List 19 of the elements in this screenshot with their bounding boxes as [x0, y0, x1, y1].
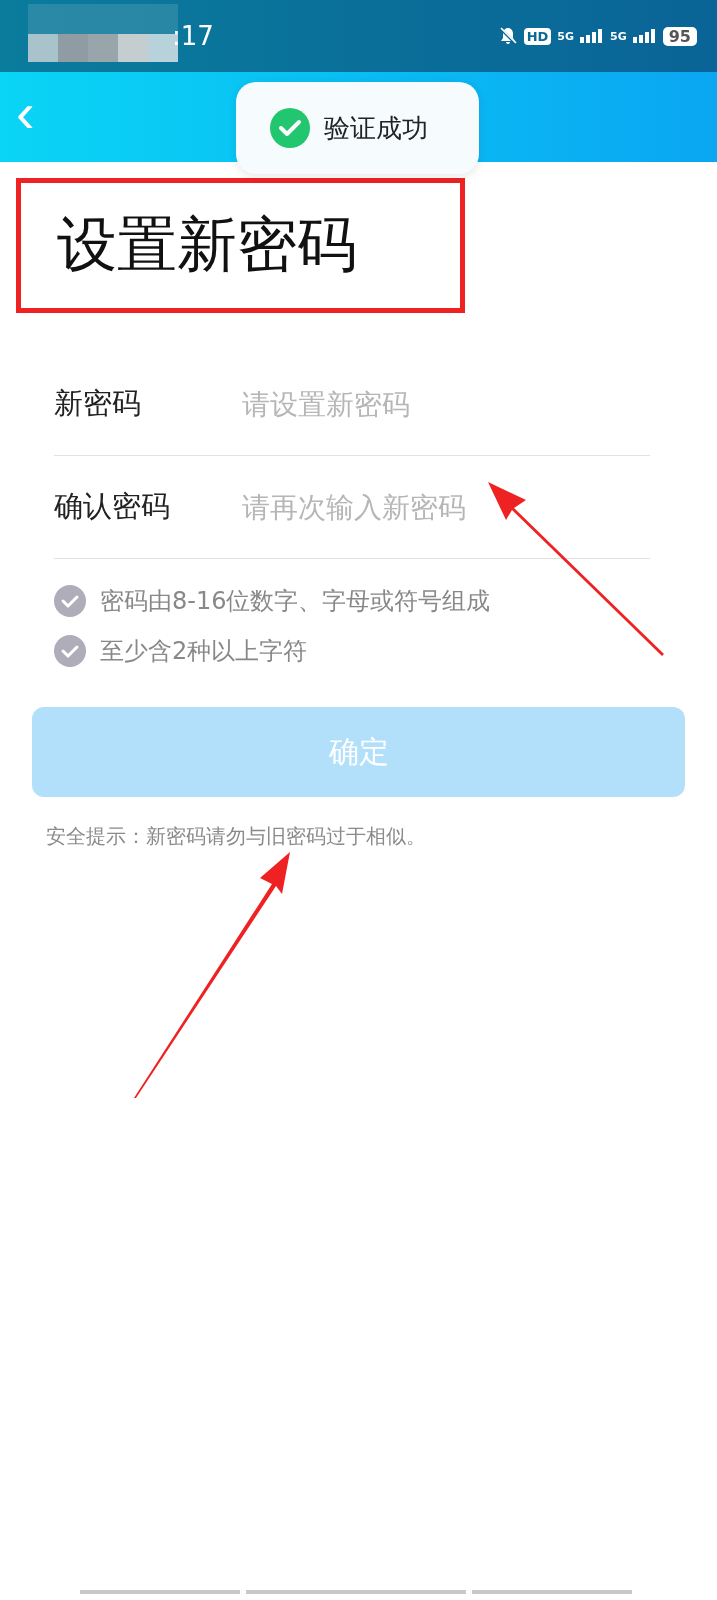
signal-icon [580, 29, 605, 43]
input-field[interactable]: 请再次输入新密码 [240, 489, 650, 525]
check-circle-icon [270, 108, 310, 148]
password-rule: 密码由8-16位数字、字母或符号组成 [100, 586, 491, 617]
security-tip: 安全提示：新密码请勿与旧密码过于相似。 [46, 823, 427, 850]
back-button[interactable]: ‹ [0, 85, 51, 141]
password-rule: 至少含2种以上字符 [100, 636, 308, 667]
battery-indicator: 95 [662, 26, 697, 46]
input-field[interactable]: 请设置新密码 [240, 386, 650, 422]
network-label: 5G [610, 29, 627, 43]
field-label: 新密码 [54, 385, 142, 422]
field-label: 确认密码 [54, 488, 171, 525]
page-title: 设置新密码 [57, 208, 357, 281]
status-time: :17 [172, 21, 214, 51]
signal-icon [632, 29, 657, 43]
toast-text: 验证成功 [324, 111, 428, 145]
hd-badge: HD [523, 27, 552, 45]
network-label: 5G [557, 29, 575, 43]
bell-off-icon [497, 26, 518, 46]
